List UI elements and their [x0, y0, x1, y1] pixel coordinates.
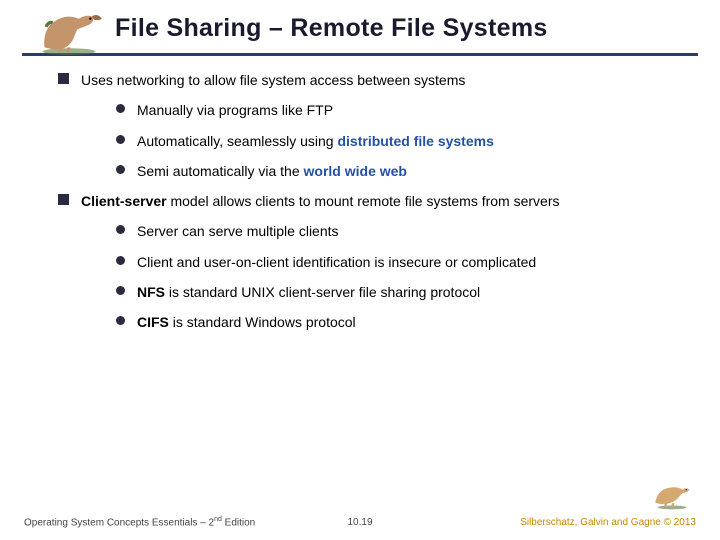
square-bullet-icon: [58, 194, 69, 205]
slide-title: File Sharing – Remote File Systems: [115, 14, 700, 43]
bullet-text: Uses networking to allow file system acc…: [81, 70, 465, 90]
bullet-level-2: NFS is standard UNIX client-server file …: [116, 282, 698, 302]
bullet-level-2: Automatically, seamlessly using distribu…: [116, 131, 698, 151]
bullet-level-2: Manually via programs like FTP: [116, 100, 698, 120]
sub-bullet-text: Automatically, seamlessly using distribu…: [137, 131, 494, 151]
footer-left: Operating System Concepts Essentials – 2…: [24, 516, 255, 528]
sub-bullet-list: Server can serve multiple clients Client …: [58, 221, 698, 332]
bullet-level-1: Client-server model allows clients to mo…: [58, 191, 698, 211]
sub-bullet-text: NFS is standard UNIX client-server file …: [137, 282, 480, 302]
circle-bullet-icon: [116, 225, 125, 234]
circle-bullet-icon: [116, 135, 125, 144]
footer-edition-sup: nd: [214, 516, 222, 523]
slide-content: Uses networking to allow file system acc…: [0, 56, 720, 333]
bullet-level-1: Uses networking to allow file system acc…: [58, 70, 698, 90]
circle-bullet-icon: [116, 104, 125, 113]
sub-bullet-text: Semi automatically via the world wide we…: [137, 161, 407, 181]
footer-edition: Edition: [222, 517, 255, 528]
footer-book-title: Operating System Concepts Essentials – 2: [24, 517, 214, 528]
circle-bullet-icon: [116, 165, 125, 174]
slide-footer: Operating System Concepts Essentials – 2…: [0, 516, 720, 528]
footer-copyright: Silberschatz, Galvin and Gagne © 2013: [520, 517, 696, 528]
dinosaur-small-icon: [648, 476, 696, 510]
circle-bullet-icon: [116, 286, 125, 295]
bullet-level-2: Server can serve multiple clients: [116, 221, 698, 241]
circle-bullet-icon: [116, 316, 125, 325]
sub-bullet-list: Manually via programs like FTP Automatica…: [58, 100, 698, 181]
bullet-level-2: Client and user-on-client identification…: [116, 252, 698, 272]
bullet-level-2: Semi automatically via the world wide we…: [116, 161, 698, 181]
square-bullet-icon: [58, 73, 69, 84]
bullet-level-2: CIFS is standard Windows protocol: [116, 312, 698, 332]
sub-bullet-text: CIFS is standard Windows protocol: [137, 312, 356, 332]
slide-header: File Sharing – Remote File Systems: [0, 0, 720, 49]
footer-page-number: 10.19: [347, 517, 372, 528]
dinosaur-icon: [28, 6, 110, 56]
sub-bullet-text: Server can serve multiple clients: [137, 221, 339, 241]
sub-bullet-text: Manually via programs like FTP: [137, 100, 333, 120]
circle-bullet-icon: [116, 256, 125, 265]
sub-bullet-text: Client and user-on-client identification…: [137, 252, 536, 272]
bullet-text: Client-server model allows clients to mo…: [81, 191, 560, 211]
